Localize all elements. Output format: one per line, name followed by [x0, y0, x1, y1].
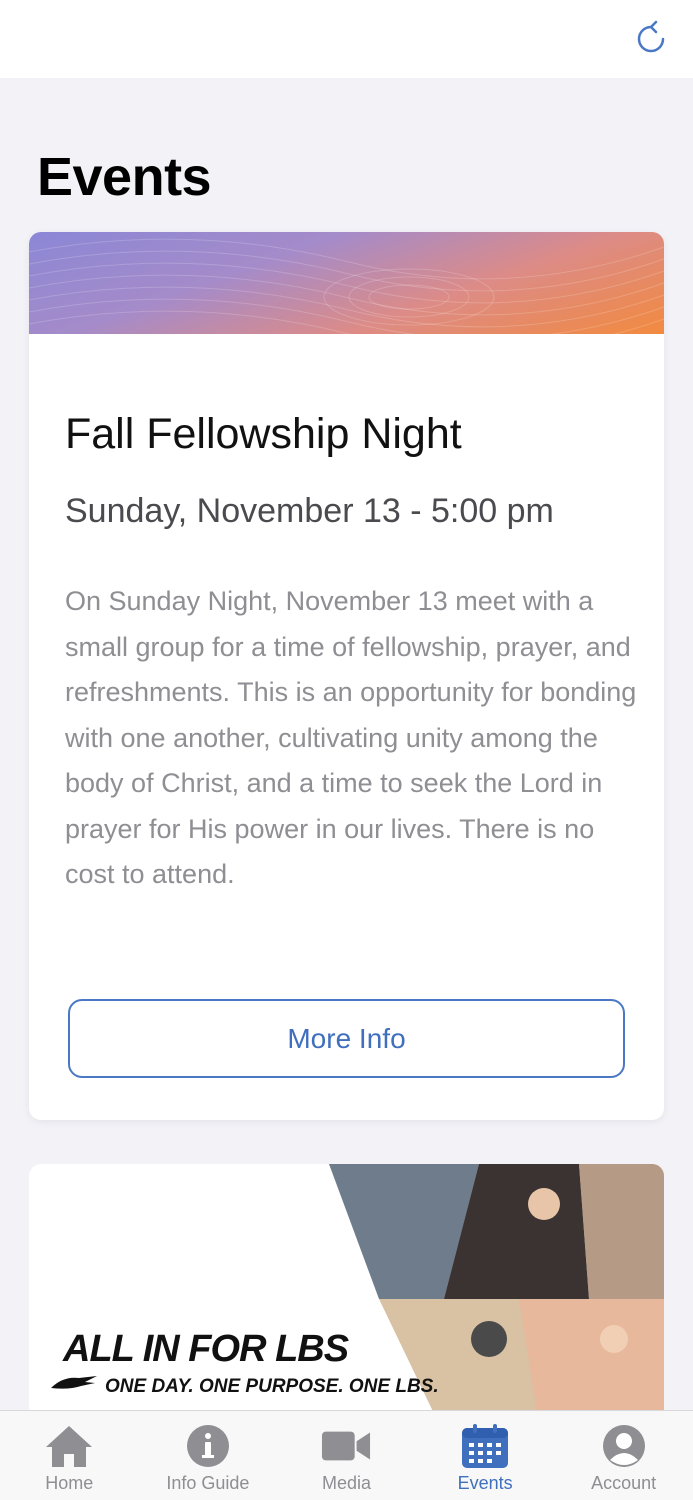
top-bar	[0, 0, 693, 78]
event2-tagline: ONE DAY. ONE PURPOSE. ONE LBS.	[105, 1376, 439, 1397]
event2-tagline-row: ONE DAY. ONE PURPOSE. ONE LBS.	[51, 1374, 439, 1400]
tab-home-label: Home	[45, 1473, 94, 1493]
tab-events-label: Events	[457, 1473, 513, 1493]
event-card: Fall Fellowship Night Sunday, November 1…	[29, 232, 664, 1120]
tab-media[interactable]: Media	[277, 1411, 415, 1500]
tab-bar: Home Info Guide Media Events Account	[0, 1410, 693, 1500]
calendar-icon	[460, 1423, 510, 1469]
tab-info-guide-label: Info Guide	[166, 1473, 250, 1493]
account-icon	[599, 1423, 649, 1469]
event-card-2[interactable]: ALL IN FOR LBS ONE DAY. ONE PURPOSE. ONE…	[29, 1164, 664, 1424]
eagle-logo-icon	[51, 1374, 97, 1400]
tab-home[interactable]: Home	[0, 1411, 138, 1500]
event-date: Sunday, November 13 - 5:00 pm	[65, 492, 554, 530]
event-description: On Sunday Night, November 13 meet with a…	[65, 586, 637, 889]
tab-media-label: Media	[321, 1473, 371, 1493]
page-title: Events	[37, 147, 212, 207]
home-icon	[44, 1423, 94, 1469]
tab-events[interactable]: Events	[416, 1411, 554, 1500]
event-banner-image	[29, 232, 664, 334]
video-icon	[321, 1423, 371, 1469]
tab-account[interactable]: Account	[555, 1411, 693, 1500]
event-title: Fall Fellowship Night	[65, 410, 462, 458]
event2-headline: ALL IN FOR LBS	[63, 1328, 349, 1370]
more-info-button[interactable]: More Info	[68, 999, 625, 1078]
info-icon	[183, 1423, 233, 1469]
tab-info-guide[interactable]: Info Guide	[139, 1411, 277, 1500]
tab-account-label: Account	[591, 1473, 657, 1493]
refresh-icon[interactable]	[633, 20, 669, 56]
